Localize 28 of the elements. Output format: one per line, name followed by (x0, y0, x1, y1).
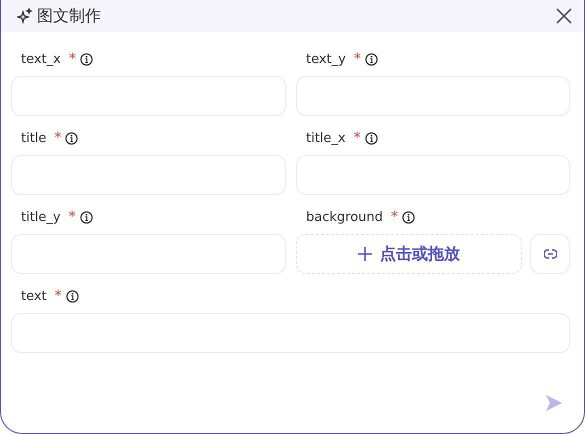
required-mark: * (390, 208, 398, 227)
info-icon[interactable] (65, 132, 78, 145)
info-icon[interactable] (80, 211, 93, 224)
field-label: title_x (306, 130, 346, 148)
close-icon[interactable] (556, 8, 572, 24)
field-label: text_y (306, 50, 346, 69)
required-mark: * (354, 50, 361, 69)
sparkle-icon (17, 8, 33, 24)
required-mark: * (54, 129, 62, 148)
field-label: background (306, 208, 383, 227)
required-mark: * (54, 287, 62, 306)
field-label: title_y (21, 208, 61, 227)
dialog-title: 图文制作 (37, 5, 101, 27)
required-mark: * (354, 129, 361, 148)
info-icon[interactable] (402, 211, 415, 224)
field-label: title (21, 130, 46, 148)
field-label: text (21, 288, 47, 306)
link-icon (544, 249, 556, 259)
required-mark: * (68, 208, 76, 227)
plus-icon (358, 247, 372, 261)
link-button[interactable] (530, 234, 570, 274)
info-icon[interactable] (364, 132, 378, 145)
upload-button[interactable]: 点击或拖放 (296, 234, 522, 274)
field-label: text_x (21, 50, 61, 69)
info-icon[interactable] (80, 53, 93, 66)
info-icon[interactable] (364, 53, 378, 66)
required-mark: * (68, 50, 76, 69)
info-icon[interactable] (66, 290, 79, 303)
